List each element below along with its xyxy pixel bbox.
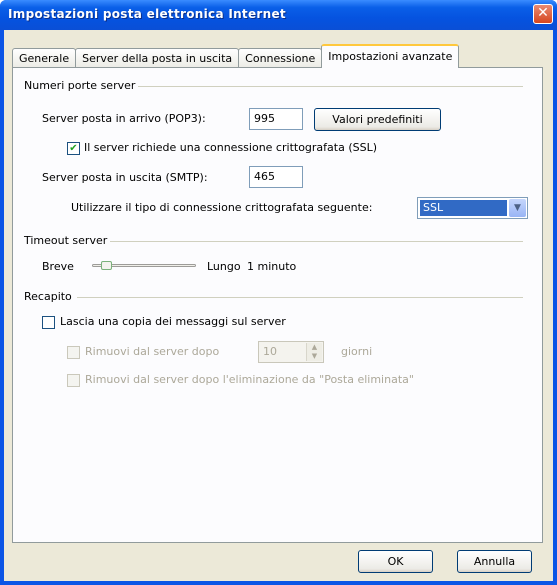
remove-after-checkbox[interactable]	[67, 346, 80, 359]
timeout-long-label: Lungo	[207, 260, 241, 273]
outgoing-port-label: Server posta in uscita (SMTP):	[42, 171, 208, 184]
encryption-type-value: SSL	[420, 200, 507, 216]
tab-panel: Numeri porte server Server posta in arri…	[12, 67, 543, 543]
dialog-client: Generale Server della posta in uscita Co…	[4, 30, 553, 581]
timeout-group-divider	[110, 241, 523, 242]
remove-deleted-checkbox[interactable]	[67, 374, 80, 387]
incoming-port-label: Server posta in arrivo (POP3):	[42, 112, 206, 125]
remove-after-label: Rimuovi dal server dopo	[85, 345, 220, 358]
incoming-port-input[interactable]: 995	[249, 108, 303, 130]
days-label: giorni	[341, 345, 373, 358]
timeout-short-label: Breve	[42, 260, 74, 273]
delivery-group-divider	[77, 297, 523, 298]
tab-impostazioni-avanzate[interactable]: Impostazioni avanzate	[321, 44, 460, 68]
title-bar[interactable]: Impostazioni posta elettronica Internet …	[0, 0, 557, 30]
timeout-group-title: Timeout server	[24, 234, 108, 247]
tab-strip: Generale Server della posta in uscita Co…	[12, 44, 460, 68]
leave-copy-label: Lascia una copia dei messaggi sul server	[60, 315, 286, 328]
window-title: Impostazioni posta elettronica Internet	[8, 7, 286, 21]
remove-deleted-label: Rimuovi dal server dopo l'eliminazione d…	[85, 373, 414, 386]
stepper-arrows-icon[interactable]: ▲ ▼	[306, 343, 322, 361]
timeout-slider-thumb[interactable]	[101, 261, 113, 270]
outgoing-port-input[interactable]: 465	[249, 166, 303, 188]
chevron-down-icon[interactable]: ▼	[509, 199, 526, 217]
remove-after-days-stepper[interactable]: 10 ▲ ▼	[258, 341, 324, 363]
leave-copy-checkbox[interactable]	[42, 316, 55, 329]
check-icon: ✔	[69, 143, 78, 154]
ok-button[interactable]: OK	[358, 550, 433, 573]
ssl-checkbox[interactable]: ✔	[67, 142, 80, 155]
cancel-button[interactable]: Annulla	[457, 550, 532, 573]
timeout-value: 1 minuto	[247, 260, 297, 273]
close-icon: ✕	[537, 5, 549, 21]
tab-server-posta-uscita[interactable]: Server della posta in uscita	[75, 48, 240, 68]
encryption-type-select[interactable]: SSL ▼	[417, 197, 528, 219]
ports-group-title: Numeri porte server	[24, 79, 136, 92]
close-button[interactable]: ✕	[533, 4, 553, 24]
tab-generale[interactable]: Generale	[12, 48, 77, 68]
ports-group-divider	[138, 86, 523, 87]
delivery-group-title: Recapito	[24, 290, 72, 303]
tab-connessione[interactable]: Connessione	[238, 48, 323, 68]
remove-after-days-value: 10	[263, 345, 277, 358]
defaults-button[interactable]: Valori predefiniti	[314, 108, 441, 131]
dialog-window: Impostazioni posta elettronica Internet …	[0, 0, 557, 585]
encryption-type-label: Utilizzare il tipo di connessione critto…	[71, 201, 373, 214]
ssl-checkbox-label: Il server richiede una connessione critt…	[84, 141, 378, 154]
